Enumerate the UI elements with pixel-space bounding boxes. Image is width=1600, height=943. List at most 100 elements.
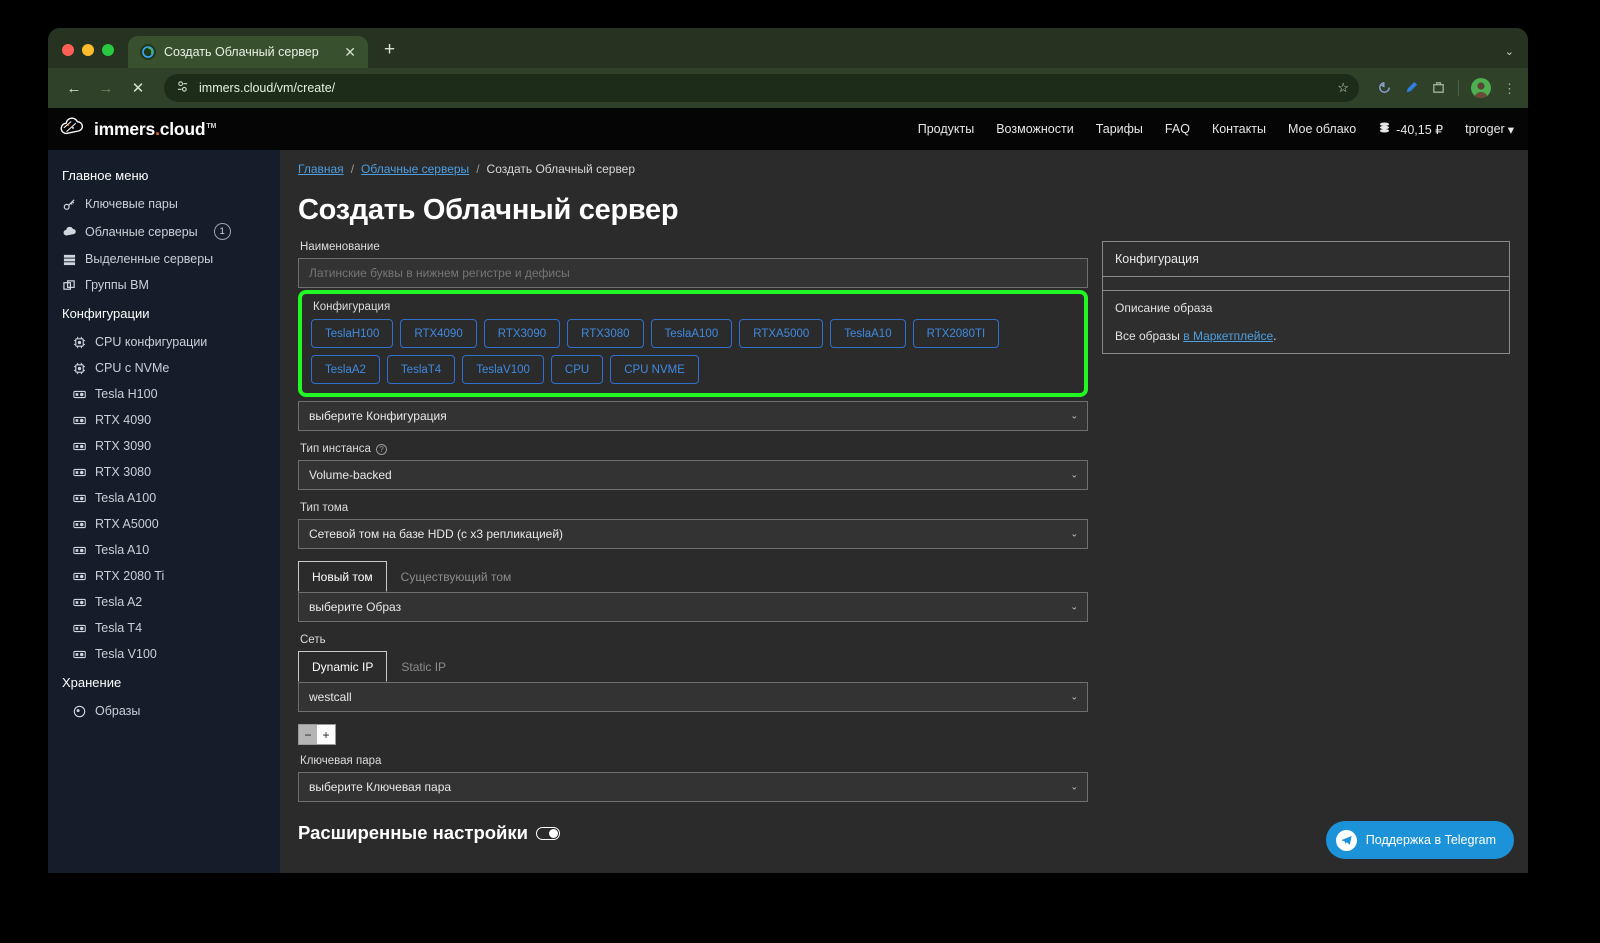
browser-tab-active[interactable]: Создать Облачный сервер ✕ [128, 36, 368, 68]
sidebar-item-images[interactable]: Образы [48, 698, 280, 724]
image-select[interactable]: выберите Образ ⌄ [298, 592, 1088, 622]
name-input[interactable] [298, 258, 1088, 288]
gpu-icon [72, 571, 87, 582]
sidebar-item-tesla-h100[interactable]: Tesla H100 [48, 381, 280, 407]
tab-static-ip[interactable]: Static IP [387, 651, 460, 682]
configuration-select-value: выберите Конфигурация [309, 409, 447, 423]
site-logo[interactable]: immers.cloudTM [58, 115, 216, 144]
breadcrumb-home[interactable]: Главная [298, 162, 344, 176]
profile-avatar[interactable] [1471, 78, 1491, 98]
config-chip-rtx2080ti[interactable]: RTX2080TI [912, 319, 1000, 348]
nav-item-pricing[interactable]: Тарифы [1096, 122, 1143, 136]
advanced-settings-header[interactable]: Расширенные настройки [298, 822, 1088, 844]
sidebar-item-tesla-a10[interactable]: Tesla A10 [48, 537, 280, 563]
sidebar-item-rtx-3090[interactable]: RTX 3090 [48, 433, 280, 459]
all-images-suffix: . [1273, 329, 1277, 343]
configuration-chip-row: TeslaH100 RTX4090 RTX3090 RTX3080 TeslaA… [311, 319, 1075, 384]
sidebar-item-key-pairs[interactable]: Ключевые пары [48, 191, 280, 217]
user-menu[interactable]: tproger ▾ [1465, 122, 1514, 137]
image-description-block: Описание образа Все образы в Маркетплейс… [1103, 291, 1509, 353]
favicon-icon [140, 44, 156, 60]
sidebar-item-tesla-a100[interactable]: Tesla A100 [48, 485, 280, 511]
stepper-increment-button[interactable]: + [317, 725, 335, 744]
bookmark-star-icon[interactable]: ☆ [1337, 80, 1349, 96]
summary-column: Конфигурация Описание образа Все образы … [1102, 241, 1510, 354]
highlighter-icon[interactable] [1404, 80, 1419, 97]
window-controls[interactable] [48, 44, 128, 68]
network-select[interactable]: westcall ⌄ [298, 682, 1088, 712]
stop-button[interactable]: ✕ [124, 74, 152, 102]
tab-new-volume[interactable]: Новый том [298, 561, 387, 592]
status-badge: 1 [213, 223, 231, 240]
back-button[interactable]: ← [60, 74, 88, 102]
site-settings-icon[interactable] [176, 80, 189, 96]
new-tab-button[interactable]: + [368, 40, 409, 68]
sidebar-item-vm-groups[interactable]: Группы ВМ [48, 272, 280, 298]
config-chip-cpu-nvme[interactable]: CPU NVME [610, 355, 699, 384]
nav-item-products[interactable]: Продукты [918, 122, 974, 136]
chevron-down-icon: ⌄ [1070, 691, 1078, 702]
network-type-tabs: Dynamic IP Static IP [298, 651, 1088, 682]
sidebar-item-label: Выделенные серверы [85, 252, 214, 266]
sidebar-item-rtx-2080-ti[interactable]: RTX 2080 Ti [48, 563, 280, 589]
config-chip-rtx4090[interactable]: RTX4090 [400, 319, 477, 348]
stepper-decrement-button[interactable]: − [299, 725, 317, 744]
sidebar-item-cloud-servers[interactable]: Облачные серверы 1 [48, 217, 280, 246]
breadcrumb-cloud-servers[interactable]: Облачные серверы [361, 162, 469, 176]
quantity-stepper[interactable]: − + [298, 724, 336, 745]
nav-item-contacts[interactable]: Контакты [1212, 122, 1266, 136]
extensions-icon[interactable] [1431, 80, 1446, 97]
sidebar-item-rtx-4090[interactable]: RTX 4090 [48, 407, 280, 433]
advanced-settings-toggle[interactable] [536, 826, 561, 840]
config-chip-teslah100[interactable]: TeslaH100 [311, 319, 394, 348]
config-chip-rtx3090[interactable]: RTX3090 [483, 319, 561, 348]
config-chip-teslav100[interactable]: TeslaV100 [462, 355, 544, 384]
marketplace-link[interactable]: в Маркетплейсе [1183, 329, 1273, 343]
nav-item-features[interactable]: Возможности [996, 122, 1073, 136]
sidebar-item-tesla-v100[interactable]: Tesla V100 [48, 641, 280, 667]
sidebar-item-tesla-t4[interactable]: Tesla T4 [48, 615, 280, 641]
breadcrumb-separator: / [476, 162, 480, 176]
maximize-window-button[interactable] [102, 44, 114, 56]
sidebar-item-label: Tesla T4 [95, 621, 143, 635]
config-chip-teslat4[interactable]: TeslaT4 [386, 355, 456, 384]
tab-dynamic-ip[interactable]: Dynamic IP [298, 651, 388, 682]
config-chip-cpu[interactable]: CPU [550, 355, 604, 384]
breadcrumb: Главная / Облачные серверы / Создать Обл… [298, 162, 1510, 176]
history-icon[interactable] [1377, 80, 1392, 97]
sidebar-item-rtx-3080[interactable]: RTX 3080 [48, 459, 280, 485]
volume-type-value: Сетевой том на базе HDD (с x3 репликацие… [309, 527, 564, 541]
tabstrip-menu-icon[interactable]: ⌄ [1505, 45, 1528, 68]
sidebar-item-rtx-a5000[interactable]: RTX A5000 [48, 511, 280, 537]
chevron-down-icon: ⌄ [1070, 469, 1078, 480]
telegram-support-button[interactable]: Поддержка в Telegram [1325, 821, 1514, 859]
close-window-button[interactable] [62, 44, 74, 56]
cloud-logo-icon [58, 115, 88, 144]
config-chip-rtx3080[interactable]: RTX3080 [567, 319, 644, 348]
sidebar-item-cpu-configs[interactable]: CPU конфигурации [48, 329, 280, 355]
sidebar-item-tesla-a2[interactable]: Tesla A2 [48, 589, 280, 615]
volume-source-tabs: Новый том Существующий том [298, 561, 1088, 592]
config-chip-teslaa2[interactable]: TeslaA2 [311, 355, 380, 384]
configuration-select[interactable]: выберите Конфигурация ⌄ [298, 401, 1088, 431]
instance-type-select[interactable]: Volume-backed ⌄ [298, 460, 1088, 490]
account-balance[interactable]: -40,15 ₽ [1378, 121, 1443, 137]
browser-menu-icon[interactable]: ⋮ [1503, 82, 1516, 95]
forward-button[interactable]: → [92, 74, 120, 102]
help-icon[interactable]: ? [375, 443, 387, 455]
volume-type-select[interactable]: Сетевой том на базе HDD (с x3 репликацие… [298, 519, 1088, 549]
key-icon [62, 198, 77, 211]
close-tab-icon[interactable]: ✕ [342, 45, 358, 59]
sidebar-item-cpu-nvme[interactable]: CPU с NVMe [48, 355, 280, 381]
address-bar[interactable]: immers.cloud/vm/create/ ☆ [164, 74, 1359, 102]
tab-existing-volume[interactable]: Существующий том [387, 561, 526, 592]
sidebar-item-dedicated-servers[interactable]: Выделенные серверы [48, 246, 280, 272]
nav-item-my-cloud[interactable]: Мое облако [1288, 122, 1356, 136]
nav-item-faq[interactable]: FAQ [1165, 122, 1190, 136]
keypair-select[interactable]: выберите Ключевая пара ⌄ [298, 772, 1088, 802]
network-stepper-wrap: − + [298, 724, 1088, 745]
config-chip-rtxa5000[interactable]: RTXA5000 [739, 319, 824, 348]
config-chip-teslaa10[interactable]: TeslaA10 [830, 319, 906, 348]
minimize-window-button[interactable] [82, 44, 94, 56]
config-chip-teslaa100[interactable]: TeslaA100 [650, 319, 733, 348]
